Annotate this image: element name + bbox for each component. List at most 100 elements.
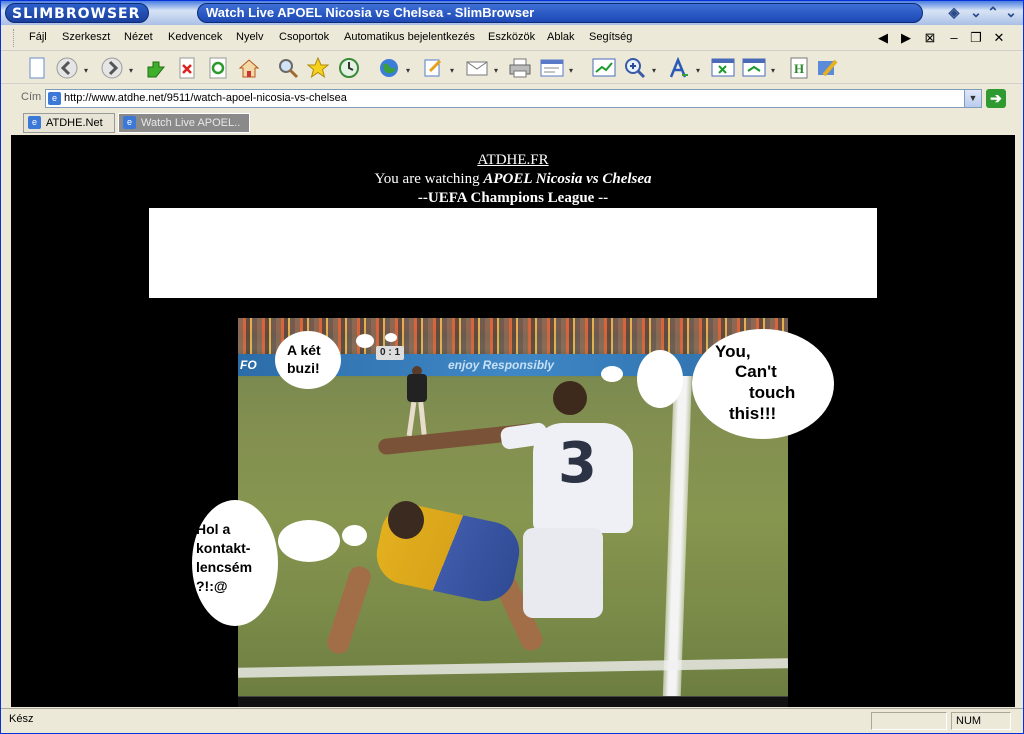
bubble-text: ?!:@ [196, 578, 228, 594]
shirt-number: 3 [558, 431, 597, 496]
ad-board-left-text: FO [240, 358, 257, 372]
back-icon[interactable]: ▾ [55, 56, 88, 80]
minimize-window-icon[interactable]: ⌄ [967, 3, 985, 21]
bubble-text: lencsém [196, 559, 253, 575]
svg-text:H: H [794, 61, 804, 76]
speech-bubble-top-left: A két buzi! [275, 331, 341, 389]
score-overlay: 0 : 1 [376, 346, 405, 360]
up-folder-icon[interactable] [144, 56, 168, 80]
watching-line: You are watching APOEL Nicosia vs Chelse… [11, 171, 1015, 188]
url-dropdown-icon[interactable]: ▼ [964, 90, 981, 107]
thought-dot [278, 520, 340, 562]
tab-page-icon: e [28, 116, 41, 129]
bubble-text: Can't [735, 362, 777, 381]
web-globe-icon[interactable]: ▾ [377, 56, 410, 80]
address-bar: Cím e http://www.atdhe.net/9511/watch-ap… [1, 85, 1023, 111]
ad-banner[interactable] [149, 208, 877, 298]
tab-label: Watch Live APOEL.. [141, 117, 241, 129]
bubble-text: touch [749, 383, 796, 402]
print-icon[interactable] [508, 56, 532, 80]
restore-icon[interactable]: ❐ [966, 29, 986, 47]
bubble-text: kontakt- [196, 540, 251, 556]
thought-dot [637, 350, 683, 408]
address-label: Cím [21, 91, 42, 103]
menu-tools[interactable]: Eszközök [488, 31, 535, 43]
forward-icon[interactable]: ▾ [100, 56, 133, 80]
expand-icon[interactable]: ⌄ [1002, 3, 1020, 21]
bubble-text: You, [715, 342, 751, 361]
stop-icon[interactable] [175, 56, 199, 80]
watching-prefix: You are watching [374, 171, 484, 187]
menu-window[interactable]: Ablak [547, 31, 575, 43]
status-text: Kész [9, 713, 34, 725]
window-menu-icon[interactable]: ◈ [945, 3, 963, 21]
bubble-text: buzi! [287, 360, 320, 376]
mail-icon[interactable]: ▾ [465, 56, 498, 80]
menu-autologin[interactable]: Automatikus bejelentkezés [344, 31, 475, 43]
thought-dot [342, 525, 367, 546]
html-source-icon[interactable]: H [787, 56, 811, 80]
bubble-text: A két [287, 342, 321, 358]
minimize-icon[interactable]: – [944, 29, 964, 47]
url-text: http://www.atdhe.net/9511/watch-apoel-ni… [64, 92, 347, 104]
slimbrowser-logo[interactable]: SLIMBROWSER [5, 3, 150, 23]
menu-help[interactable]: Segítség [589, 31, 632, 43]
menu-grip [13, 29, 16, 47]
edit-page-icon[interactable]: ▾ [421, 56, 454, 80]
history-icon[interactable] [337, 56, 361, 80]
text-size-icon[interactable]: ▾ [667, 56, 700, 80]
home-icon[interactable] [237, 56, 261, 80]
favorites-star-icon[interactable] [306, 56, 330, 80]
skin-brush-icon[interactable] [816, 56, 840, 80]
thought-dot [385, 333, 397, 342]
bubble-text: this!!! [729, 404, 777, 423]
tab-watch-live[interactable]: e Watch Live APOEL.. [118, 113, 250, 133]
menu-favorites[interactable]: Kedvencek [168, 31, 222, 43]
url-input[interactable]: e http://www.atdhe.net/9511/watch-apoel-… [45, 89, 982, 108]
close-popups-icon[interactable] [711, 56, 735, 80]
menu-groups[interactable]: Csoportok [279, 31, 329, 43]
search-icon[interactable] [276, 56, 300, 80]
prev-tab-icon[interactable]: ◀ [873, 29, 893, 47]
menu-edit[interactable]: Szerkeszt [62, 31, 110, 43]
toolbar: ▾ ▾ ▾ ▾ ▾ ▾ ▾ ▾ ▾ H [1, 52, 1023, 84]
page-content: ATDHE.FR You are watching APOEL Nicosia … [11, 135, 1015, 707]
new-page-icon[interactable] [25, 56, 49, 80]
speech-bubble-right: You, Can't touch this!!! [692, 329, 834, 439]
competition-label: --UEFA Champions League -- [417, 190, 609, 206]
form-filler-icon[interactable]: ▾ [540, 56, 573, 80]
tile-windows-icon[interactable]: ▾ [742, 56, 775, 80]
tab-atdhe[interactable]: e ATDHE.Net [23, 113, 115, 133]
title-bar: SLIMBROWSER Watch Live APOEL Nicosia vs … [1, 1, 1023, 25]
page-icon: e [48, 92, 61, 105]
browser-window: SLIMBROWSER Watch Live APOEL Nicosia vs … [0, 0, 1024, 734]
tab-page-icon: e [123, 116, 136, 129]
tab-label: ATDHE.Net [46, 117, 103, 129]
refresh-icon[interactable] [206, 56, 230, 80]
site-link[interactable]: ATDHE.FR [477, 152, 548, 168]
menu-language[interactable]: Nyelv [236, 31, 264, 43]
close-icon[interactable]: ✕ [989, 29, 1009, 47]
go-button[interactable]: ➔ [986, 89, 1006, 108]
bubble-text: Hol a [196, 521, 231, 537]
window-title: Watch Live APOEL Nicosia vs Chelsea - Sl… [197, 3, 923, 23]
menu-file[interactable]: Fájl [29, 31, 47, 43]
status-panel [871, 712, 947, 730]
screen-chart-icon[interactable] [592, 56, 616, 80]
zoom-icon[interactable]: ▾ [623, 56, 656, 80]
menu-bar: Fájl Szerkeszt Nézet Kedvencek Nyelv Cso… [1, 25, 1023, 51]
thought-dot [356, 334, 374, 348]
thought-dot [601, 366, 623, 382]
white-player-figure: 3 [377, 381, 653, 643]
close-tab-icon[interactable]: ⊠ [920, 29, 940, 47]
tab-bar: e ATDHE.Net e Watch Live APOEL.. [1, 111, 1023, 135]
collapse-icon[interactable]: ⌃ [984, 3, 1002, 21]
match-title: APOEL Nicosia vs Chelsea [483, 171, 652, 187]
next-tab-icon[interactable]: ▶ [896, 29, 916, 47]
touchline [662, 376, 692, 707]
menu-view[interactable]: Nézet [124, 31, 153, 43]
speech-bubble-bottom-left: Hol a kontakt- lencsém ?!:@ [192, 500, 278, 626]
player-controls[interactable] [238, 696, 788, 707]
referee-figure [403, 366, 431, 437]
status-bar: Kész NUM [1, 708, 1023, 733]
